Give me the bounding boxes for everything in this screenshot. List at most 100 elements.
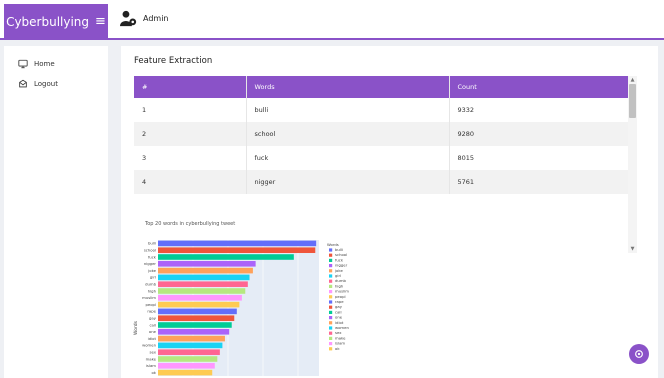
bar-one[interactable] — [158, 329, 230, 335]
table-row: 3 fuck 8015 — [134, 146, 628, 170]
legend-swatch[interactable] — [329, 305, 333, 309]
cell-word: bulli — [245, 98, 449, 122]
bar-fuck[interactable] — [158, 254, 294, 260]
bar-dumb[interactable] — [158, 281, 248, 287]
bar-muslim[interactable] — [158, 295, 242, 301]
monitor-icon — [18, 59, 28, 69]
y-tick-label: gay — [149, 316, 157, 321]
y-tick-label: fuck — [148, 254, 157, 259]
scroll-down-icon[interactable]: ▼ — [628, 246, 637, 252]
user-menu[interactable]: Admin — [120, 10, 169, 27]
y-tick-label: ok — [151, 370, 156, 375]
cell-word: fuck — [245, 146, 449, 170]
bar-high[interactable] — [158, 288, 246, 294]
table-row: 2 school 9280 — [134, 122, 628, 146]
cell-index: 4 — [134, 170, 246, 194]
column-header-index: # — [134, 76, 246, 98]
y-tick-label: nigger — [144, 261, 157, 266]
legend-swatch[interactable] — [329, 279, 333, 283]
y-axis-title: Words — [133, 320, 139, 335]
legend-swatch[interactable] — [329, 284, 333, 288]
legend-swatch[interactable] — [329, 347, 333, 351]
sidebar-item-label: Home — [34, 60, 55, 68]
scrollbar-thumb[interactable] — [629, 84, 636, 118]
top-words-chart: bulli schoolfuck nigger joke girl dumbhigh mus… — [133, 240, 349, 376]
brand-bar[interactable]: Cyberbullying ≡ — [4, 4, 108, 39]
cell-count: 5761 — [448, 170, 628, 194]
legend-swatch[interactable] — [329, 300, 333, 304]
bar-bulli[interactable] — [158, 240, 317, 247]
y-tick-label: dumb — [145, 282, 157, 287]
cell-word: school — [245, 122, 449, 146]
logout-icon — [19, 79, 27, 88]
sidebar-item-label: Logout — [34, 80, 58, 88]
scroll-up-icon[interactable]: ▲ — [628, 77, 637, 83]
plot-background — [158, 240, 319, 376]
column-header-words: Words — [245, 76, 449, 98]
feature-extraction-card: Feature Extraction # Words Count 1 bulli… — [121, 46, 658, 378]
y-tick-label: one — [149, 329, 157, 334]
legend-swatch[interactable] — [329, 336, 333, 340]
legend-swatch[interactable] — [329, 342, 333, 346]
legend-swatch[interactable] — [329, 326, 333, 330]
bar-school[interactable] — [158, 247, 316, 253]
brand-title: Cyberbullying — [6, 14, 90, 29]
legend-item[interactable]: ok — [335, 346, 340, 351]
table-row: 1 bulli 9332 — [134, 98, 628, 122]
y-tick-label: sex — [150, 350, 157, 355]
y-tick-label: joke — [147, 268, 156, 273]
legend-swatch[interactable] — [329, 295, 333, 299]
cell-index: 3 — [142, 154, 147, 162]
bar-women[interactable] — [158, 342, 223, 349]
bar-ok[interactable] — [158, 369, 213, 376]
sidebar-item-home[interactable]: Home — [18, 59, 55, 69]
legend-swatch[interactable] — [329, 264, 333, 268]
table-header-row: # Words Count — [134, 76, 628, 98]
legend-swatch[interactable] — [329, 321, 333, 325]
bar-call[interactable] — [158, 322, 232, 328]
legend-swatch[interactable] — [329, 310, 333, 314]
bar-idiot[interactable] — [158, 335, 225, 342]
chart-legend: Words bullischoolfuckniggerjokegirldumbh… — [327, 242, 349, 351]
cell-word: nigger — [245, 170, 449, 194]
cell-count: 8015 — [448, 146, 628, 170]
feature-table: # Words Count 1 bulli 9332 2 school 9280… — [134, 76, 628, 194]
legend-swatch[interactable] — [329, 269, 333, 273]
legend-swatch[interactable] — [329, 258, 333, 262]
bar-sex[interactable] — [158, 349, 220, 355]
y-tick-label: rape — [147, 309, 156, 314]
sidebar: Home Logout — [4, 46, 108, 378]
cell-index: 2 — [134, 122, 246, 146]
chart-y-ticks: bulli schoolfuck nigger joke girl dumbhigh mus… — [142, 241, 157, 375]
hamburger-icon[interactable]: ≡ — [95, 14, 106, 29]
bar-gay[interactable] — [158, 315, 235, 321]
bar-make[interactable] — [158, 356, 218, 362]
y-tick-label: bulli — [148, 241, 156, 246]
y-tick-label: muslim — [142, 295, 156, 300]
bar-nigger[interactable] — [158, 261, 256, 267]
bar-peopl[interactable] — [158, 301, 240, 308]
page-title: Feature Extraction — [134, 56, 213, 66]
bar-girl[interactable] — [158, 274, 250, 281]
legend-swatch[interactable] — [329, 316, 333, 320]
bar-islam[interactable] — [158, 363, 215, 369]
legend-swatch[interactable] — [329, 331, 333, 335]
gear-icon — [635, 350, 643, 358]
y-tick-label: peopl — [145, 302, 156, 307]
bar-joke[interactable] — [158, 267, 253, 274]
legend-swatch[interactable] — [329, 290, 333, 294]
legend-swatch[interactable] — [329, 248, 333, 252]
cell-count: 9280 — [448, 122, 628, 146]
legend-swatch[interactable] — [329, 253, 333, 257]
table-row: 4 nigger 5761 — [134, 170, 628, 194]
settings-fab[interactable] — [629, 344, 649, 364]
y-tick-label: high — [148, 288, 157, 293]
table-scrollbar[interactable]: ▲ ▼ — [628, 76, 637, 253]
legend-swatch[interactable] — [329, 274, 333, 278]
column-header-count: Count — [448, 76, 628, 98]
bar-rape[interactable] — [158, 308, 237, 315]
y-tick-label: call — [149, 322, 156, 327]
y-tick-label: islam — [146, 363, 156, 368]
sidebar-item-logout[interactable]: Logout — [18, 79, 58, 89]
y-tick-label: make — [146, 356, 157, 361]
